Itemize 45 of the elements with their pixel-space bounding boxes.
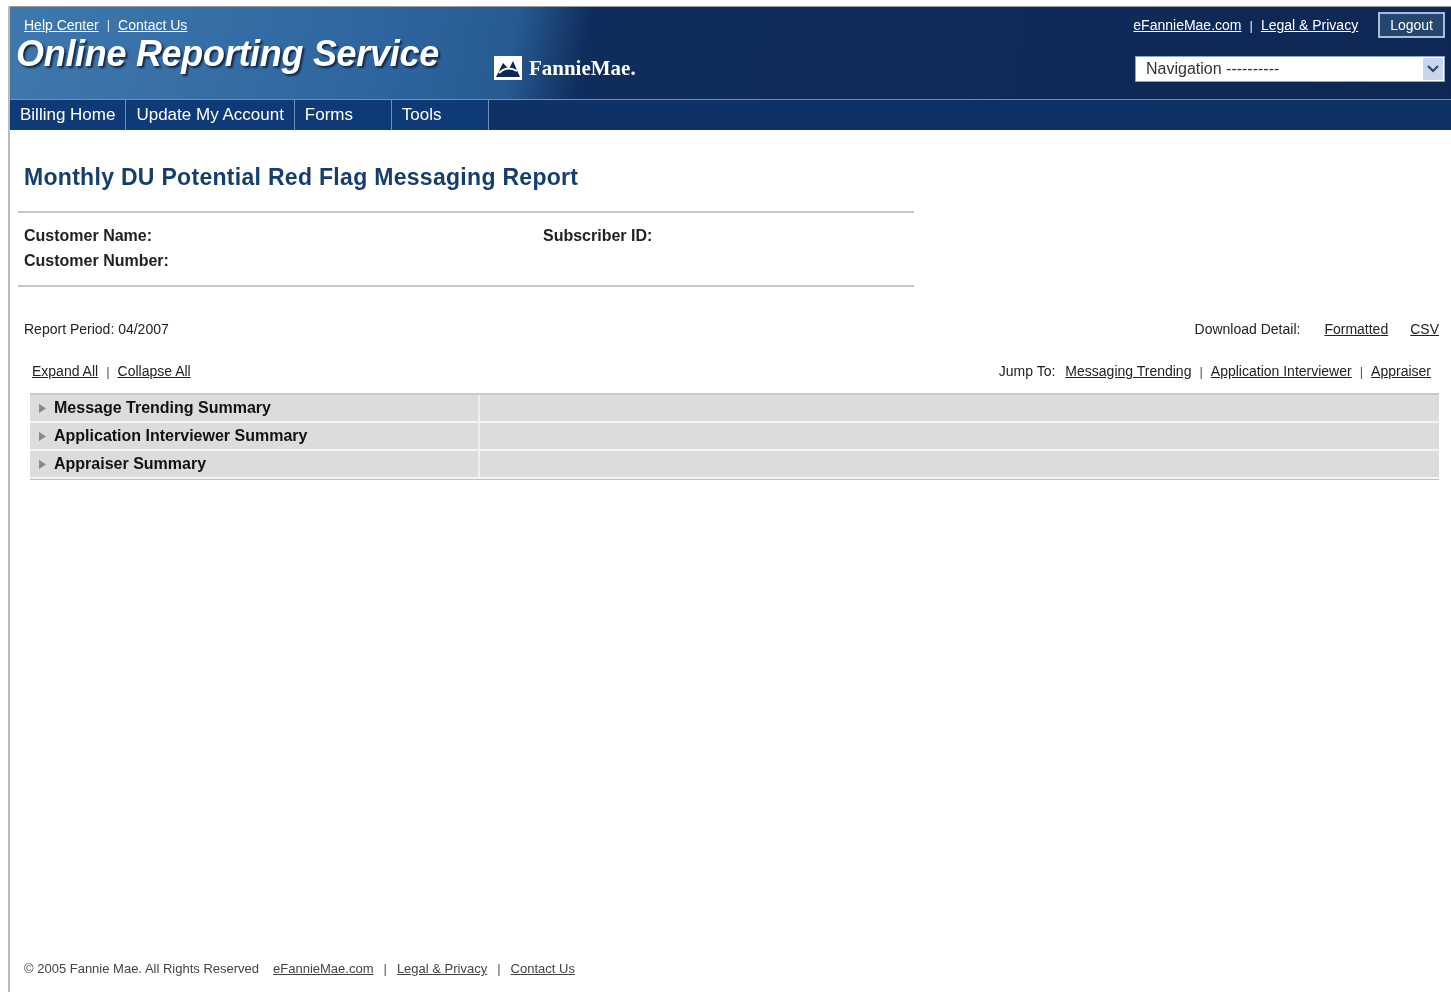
download-link[interactable]: Formatted (1324, 321, 1389, 337)
download-label: Download Detail: (1194, 321, 1301, 337)
field-label: Customer Number: (24, 252, 170, 271)
navigation-dropdown[interactable]: Navigation ---------- (1135, 56, 1445, 82)
logo-text: FannieMae. (528, 55, 636, 81)
header-link[interactable]: eFannieMae.com (1133, 17, 1242, 33)
toggle-link[interactable]: Expand All (32, 363, 99, 379)
header-link[interactable]: Contact Us (118, 17, 188, 33)
report-period: Report Period: 04/2007 (24, 321, 169, 337)
separator-text: | (1249, 17, 1253, 33)
copyright-text: © 2005 Fannie Mae. All Rights Reserved (24, 961, 260, 976)
header-link[interactable]: Help Center (24, 17, 99, 33)
report-title: Monthly DU Potential Red Flag Messaging Report (24, 164, 580, 191)
jump-link[interactable]: Appraiser (1371, 363, 1431, 379)
field-label: Subscriber ID: (543, 227, 654, 246)
field-label: Customer Name: (24, 227, 154, 246)
footer-link[interactable]: Legal & Privacy (396, 961, 488, 976)
section-header[interactable]: Appraiser Summary (30, 451, 1439, 479)
jump-label: Jump To: (998, 363, 1056, 379)
separator-text: | (1359, 363, 1364, 379)
section-header[interactable]: Application Interviewer Summary (30, 423, 1439, 451)
chevron-down-icon (1427, 65, 1439, 73)
jump-link[interactable]: Messaging Trending (1065, 363, 1192, 379)
nav-tab[interactable]: Forms (294, 100, 392, 130)
section-title: Message Trending Summary (54, 399, 271, 417)
footer-link[interactable]: Contact Us (510, 961, 575, 976)
download-link[interactable]: CSV (1410, 321, 1439, 337)
footer-link[interactable]: eFannieMae.com (273, 961, 374, 976)
nav-tab[interactable]: Update My Account (126, 100, 295, 130)
separator-text: | (383, 961, 387, 976)
separator-text: | (106, 363, 110, 379)
separator-text: | (497, 961, 501, 976)
toggle-link[interactable]: Collapse All (117, 363, 191, 379)
logout-button[interactable]: Logout (1378, 12, 1445, 38)
separator-text: | (106, 17, 111, 33)
header-link[interactable]: Legal & Privacy (1260, 17, 1359, 33)
site-title: Online Reporting Service (16, 33, 439, 75)
section-header[interactable]: Message Trending Summary (30, 395, 1439, 423)
nav-tab[interactable]: Billing Home (10, 100, 127, 130)
logo-icon (492, 55, 523, 81)
section-title: Appraiser Summary (54, 455, 207, 473)
nav-tab[interactable]: Tools (391, 100, 489, 130)
jump-link[interactable]: Application Interviewer (1210, 363, 1352, 379)
section-title: Application Interviewer Summary (54, 427, 308, 445)
separator-text: | (1199, 363, 1203, 379)
